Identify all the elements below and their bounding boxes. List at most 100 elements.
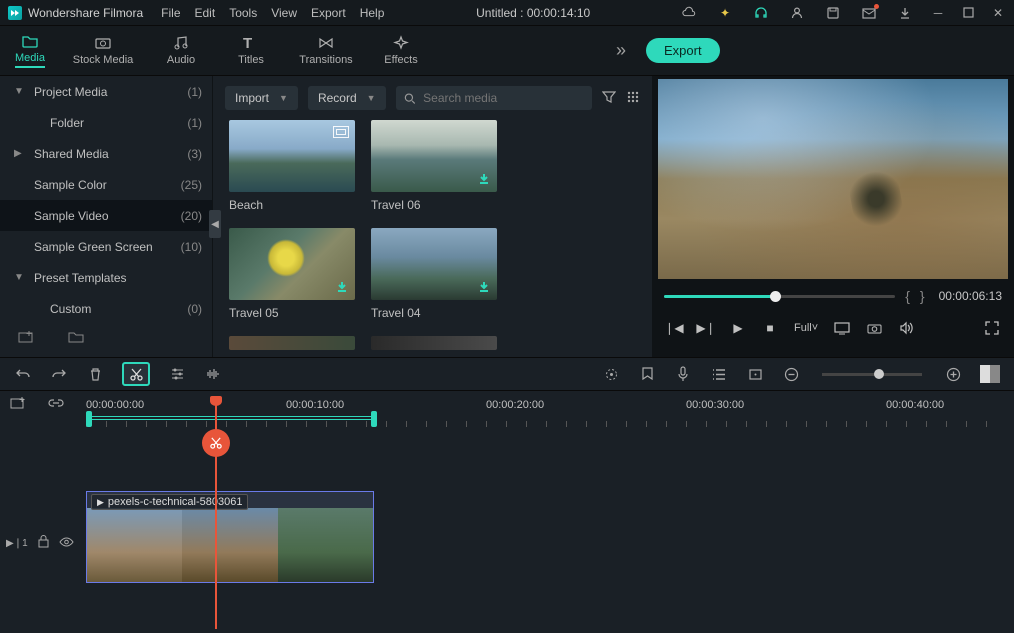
text-icon: T	[243, 35, 259, 51]
menu-file[interactable]: File	[161, 6, 180, 20]
track-video-icon[interactable]: ▶❘1	[6, 538, 28, 549]
grid-view-icon[interactable]	[626, 90, 640, 107]
mic-icon[interactable]	[674, 365, 692, 383]
target-icon[interactable]	[602, 365, 620, 383]
timeline-clip[interactable]: ▶pexels-c-technical-5803061	[86, 491, 374, 583]
zoom-out-icon[interactable]	[782, 365, 800, 383]
mail-icon[interactable]	[862, 6, 876, 20]
window-minimize[interactable]: ─	[930, 5, 946, 21]
chevron-right-icon: ▶	[14, 148, 26, 159]
marker-icon[interactable]	[638, 365, 656, 383]
sidebar-sample-green[interactable]: Sample Green Screen (10)	[0, 231, 212, 262]
media-sidebar: ▼ Project Media (1) Folder (1) ▶ Shared …	[0, 76, 212, 357]
headphones-icon[interactable]	[754, 6, 768, 20]
sliders-icon[interactable]	[168, 365, 186, 383]
sidebar-sample-color[interactable]: Sample Color (25)	[0, 169, 212, 200]
sequence-toggle-icon[interactable]	[980, 365, 1000, 383]
export-button[interactable]: Export	[646, 38, 720, 63]
redo-icon[interactable]	[50, 365, 68, 383]
sidebar-custom[interactable]: Custom (0)	[0, 293, 212, 324]
download-icon	[335, 280, 349, 294]
save-icon[interactable]	[826, 6, 840, 20]
folder-icon[interactable]	[68, 330, 84, 347]
music-icon	[173, 35, 189, 51]
camera-icon	[95, 35, 111, 51]
sidebar-shared-media[interactable]: ▶ Shared Media (3)	[0, 138, 212, 169]
chevron-down-icon: ▼	[367, 93, 376, 103]
mark-in-icon[interactable]: {	[905, 288, 910, 304]
preview-slider[interactable]	[664, 295, 895, 298]
filter-icon[interactable]	[602, 90, 616, 107]
prev-frame-icon[interactable]: ❘◀	[666, 321, 682, 335]
search-box[interactable]	[396, 86, 592, 110]
more-tabs-icon[interactable]: »	[616, 40, 626, 61]
thumbnail-beach[interactable]: Beach	[229, 120, 355, 212]
zoom-slider[interactable]	[822, 373, 922, 376]
track-visibility-icon[interactable]	[59, 536, 74, 550]
quality-dropdown[interactable]: Full ˅	[794, 322, 818, 334]
import-dropdown[interactable]: Import▼	[225, 86, 298, 110]
chevron-down-icon: ▼	[279, 93, 288, 103]
menu-help[interactable]: Help	[360, 6, 385, 20]
record-dropdown[interactable]: Record▼	[308, 86, 386, 110]
preview-canvas[interactable]	[658, 79, 1008, 279]
search-input[interactable]	[423, 91, 584, 105]
menu-bar: File Edit Tools View Export Help	[161, 6, 384, 20]
cloud-icon[interactable]	[682, 6, 696, 20]
link-icon[interactable]	[48, 396, 64, 413]
project-title: Untitled : 00:00:14:10	[476, 6, 590, 20]
frame-icon	[333, 126, 349, 138]
add-track-icon[interactable]	[10, 396, 26, 413]
sidebar-sample-video[interactable]: Sample Video (20)	[0, 200, 212, 231]
lightbulb-icon[interactable]: ✦	[718, 6, 732, 20]
next-frame-icon[interactable]: ▶❘	[698, 321, 714, 335]
new-folder-icon[interactable]	[18, 330, 34, 347]
cut-icon[interactable]	[122, 362, 150, 386]
app-logo	[8, 6, 22, 20]
tab-effects[interactable]: Effects	[366, 26, 436, 76]
user-icon[interactable]	[790, 6, 804, 20]
titlebar: Wondershare Filmora File Edit Tools View…	[0, 0, 1014, 26]
timeline-playhead[interactable]	[215, 399, 217, 629]
tab-audio[interactable]: Audio	[146, 26, 216, 76]
menu-edit[interactable]: Edit	[195, 6, 216, 20]
audio-wave-icon[interactable]	[204, 365, 222, 383]
mark-out-icon[interactable]: }	[920, 288, 925, 304]
tab-media[interactable]: Media	[0, 26, 60, 76]
tab-titles[interactable]: T Titles	[216, 26, 286, 76]
sidebar-project-media[interactable]: ▼ Project Media (1)	[0, 76, 212, 107]
crop-icon[interactable]	[746, 365, 764, 383]
menu-export[interactable]: Export	[311, 6, 346, 20]
thumbnail-travel05[interactable]: Travel 05	[229, 228, 355, 320]
collapse-sidebar-icon[interactable]: ◀	[209, 210, 221, 238]
sidebar-folder[interactable]: Folder (1)	[0, 107, 212, 138]
tab-stock-media[interactable]: Stock Media	[60, 26, 146, 76]
sidebar-preset-templates[interactable]: ▼ Preset Templates	[0, 262, 212, 293]
display-icon[interactable]	[834, 322, 850, 335]
thumbnail-travel06[interactable]: Travel 06	[371, 120, 497, 212]
tab-transitions[interactable]: Transitions	[286, 26, 366, 76]
menu-tools[interactable]: Tools	[229, 6, 257, 20]
fullscreen-icon[interactable]	[984, 321, 1000, 335]
undo-icon[interactable]	[14, 365, 32, 383]
sparkle-icon	[393, 35, 409, 51]
thumbnail-partial[interactable]	[371, 336, 497, 350]
window-maximize[interactable]	[960, 5, 976, 21]
volume-icon[interactable]	[898, 321, 914, 335]
tabs-row: Media Stock Media Audio T Titles Transit…	[0, 26, 1014, 76]
thumbnail-partial[interactable]	[229, 336, 355, 350]
track-lock-icon[interactable]	[38, 535, 49, 551]
preview-panel: { } 00:00:06:13 ❘◀ ▶❘ ▶ ■ Full ˅	[652, 76, 1014, 357]
menu-view[interactable]: View	[271, 6, 297, 20]
stop-icon[interactable]: ■	[762, 321, 778, 335]
thumbnail-travel04[interactable]: Travel 04	[371, 228, 497, 320]
sidebar-footer	[0, 324, 212, 353]
timeline-in-out-range[interactable]	[86, 416, 374, 420]
zoom-in-icon[interactable]	[944, 365, 962, 383]
list-icon[interactable]	[710, 365, 728, 383]
download-icon[interactable]	[898, 6, 912, 20]
snapshot-icon[interactable]	[866, 322, 882, 335]
play-icon[interactable]: ▶	[730, 321, 746, 335]
window-close[interactable]: ✕	[990, 5, 1006, 21]
delete-icon[interactable]	[86, 365, 104, 383]
